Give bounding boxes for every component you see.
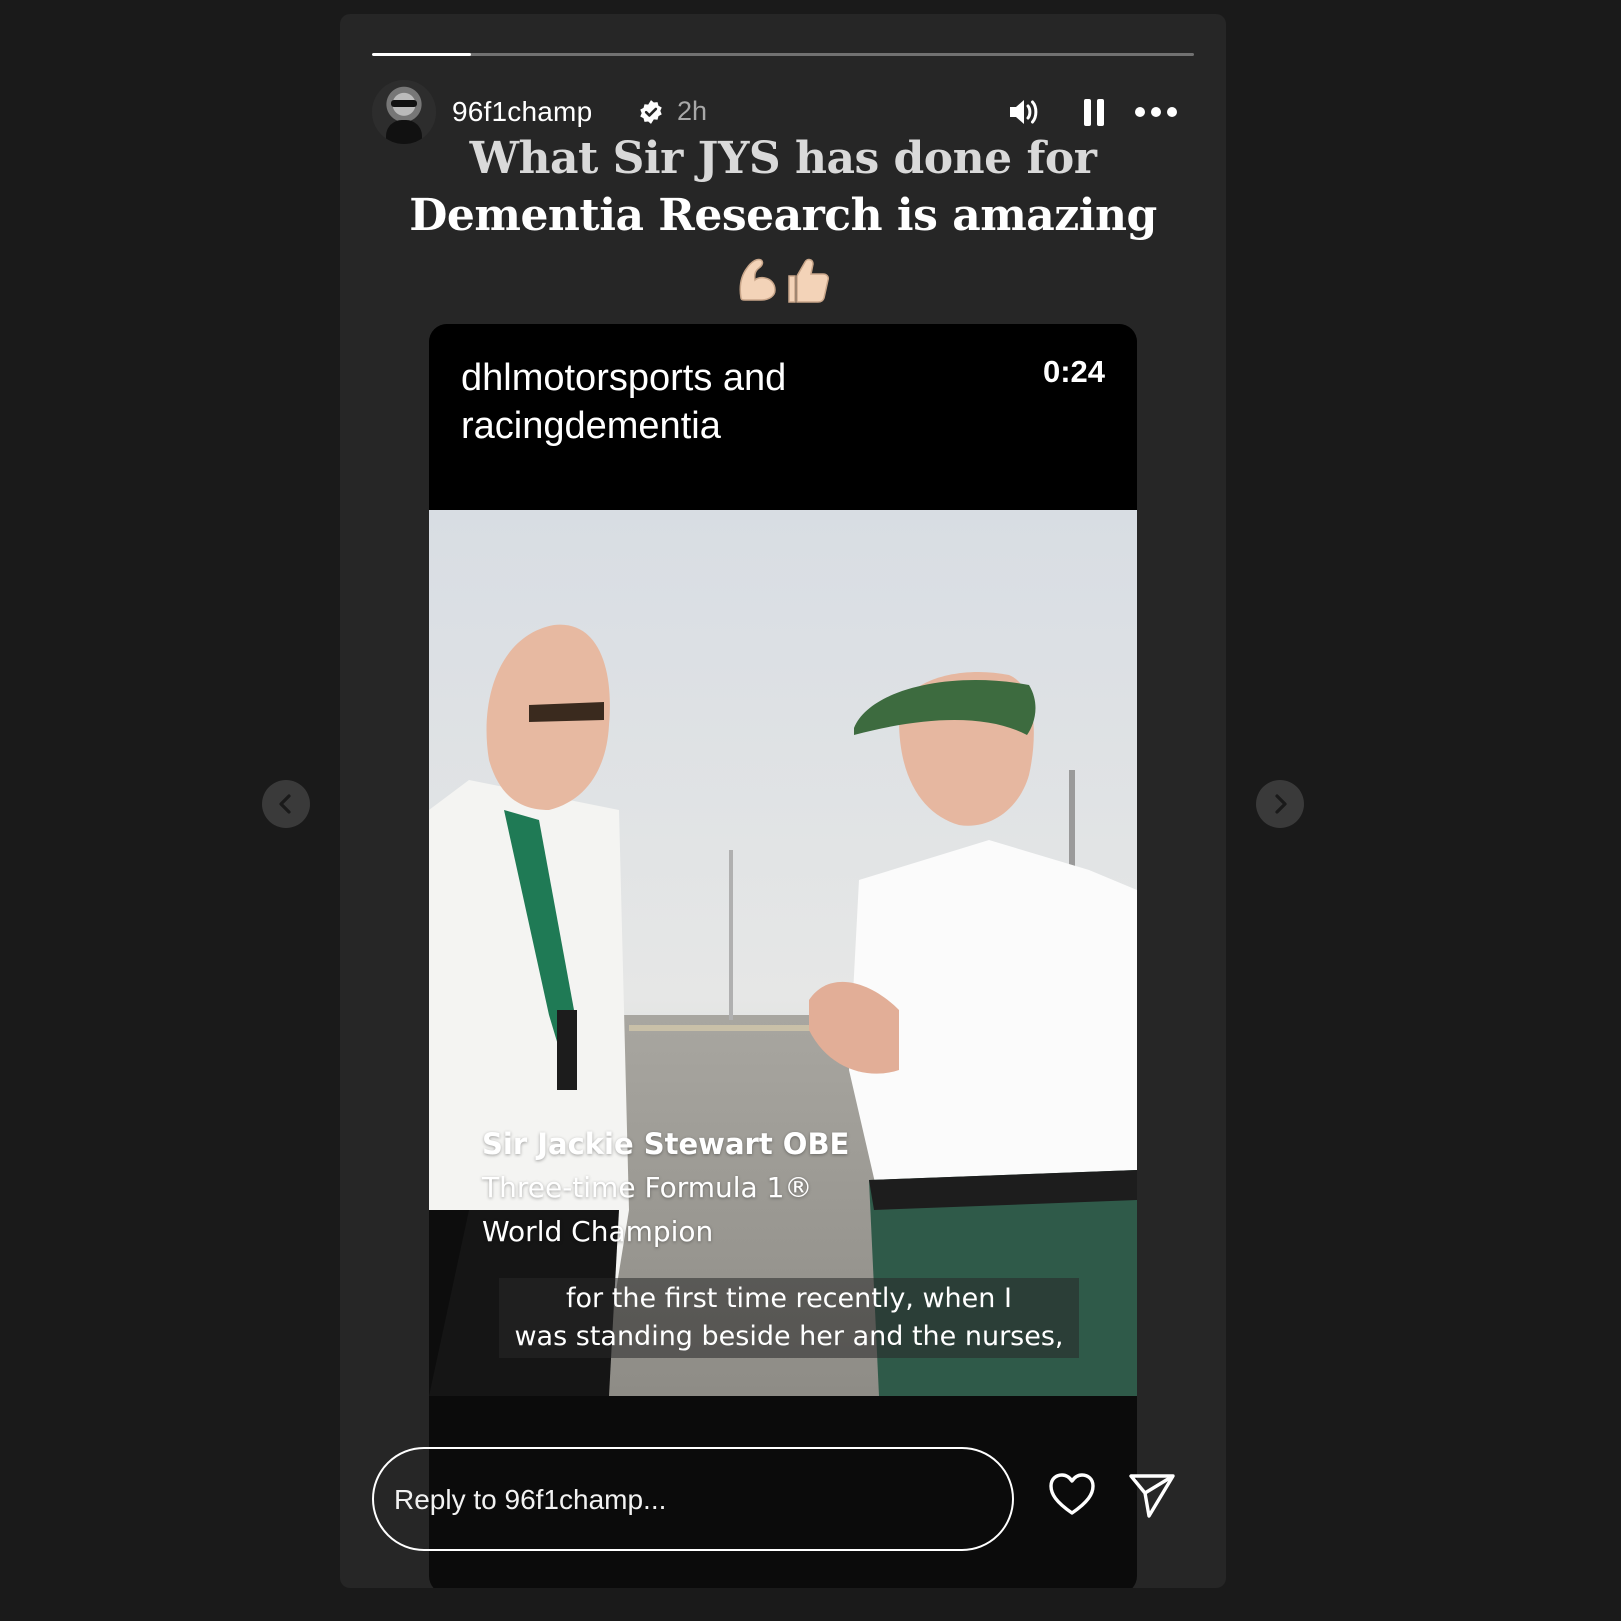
video-duration: 0:24 [1042,354,1105,389]
story-timestamp: 2h [677,96,708,126]
story-viewer: 96f1champ 2h What Sir JYS has done for D… [340,14,1226,1588]
video-frame[interactable]: Sir Jackie Stewart OBE Three-time Formul… [429,510,1137,1396]
caption-line-2: Dementia Research is amazing [409,190,1157,241]
shared-post-card[interactable]: dhlmotorsports and racingdementia 0:24 S… [429,324,1137,1588]
lower-third-title-1: Three-time Formula 1® [482,1171,813,1204]
story-progress-fill [372,53,471,56]
video-scene-illustration [429,510,1137,1396]
previous-story-button[interactable] [262,780,310,828]
chevron-left-icon [279,794,291,814]
subtitle-line-2: was standing beside her and the nurses, [514,1321,1064,1352]
chevron-right-icon [1275,794,1287,814]
lower-third-name: Sir Jackie Stewart OBE [482,1127,850,1161]
verified-badge-icon [640,100,662,124]
volume-icon[interactable] [1006,94,1042,130]
shared-post-author[interactable]: dhlmotorsports and racingdementia [461,354,981,450]
story-caption: What Sir JYS has done for Dementia Resea… [340,130,1226,244]
more-options-icon[interactable] [1132,94,1180,130]
caption-line-1: What Sir JYS has done for [469,133,1097,184]
story-progress-bar [372,53,1194,56]
next-story-button[interactable] [1256,780,1304,828]
reply-input[interactable] [392,1479,976,1521]
flexed-biceps-thumbs-up-emoji [739,258,829,303]
video-lower-third: Sir Jackie Stewart OBE Three-time Formul… [482,1122,849,1254]
shared-post-header: dhlmotorsports and racingdementia 0:24 [429,324,1137,510]
lower-third-title-2: World Champion [482,1215,714,1248]
subtitle-line-1: for the first time recently, when I [566,1283,1012,1314]
heart-icon[interactable] [1046,1469,1098,1521]
pause-icon[interactable] [1076,94,1112,130]
username-link[interactable]: 96f1champ [452,96,592,128]
send-icon[interactable] [1126,1469,1178,1521]
video-subtitle: for the first time recently, when I was … [499,1278,1079,1358]
reply-box[interactable] [372,1447,1014,1551]
